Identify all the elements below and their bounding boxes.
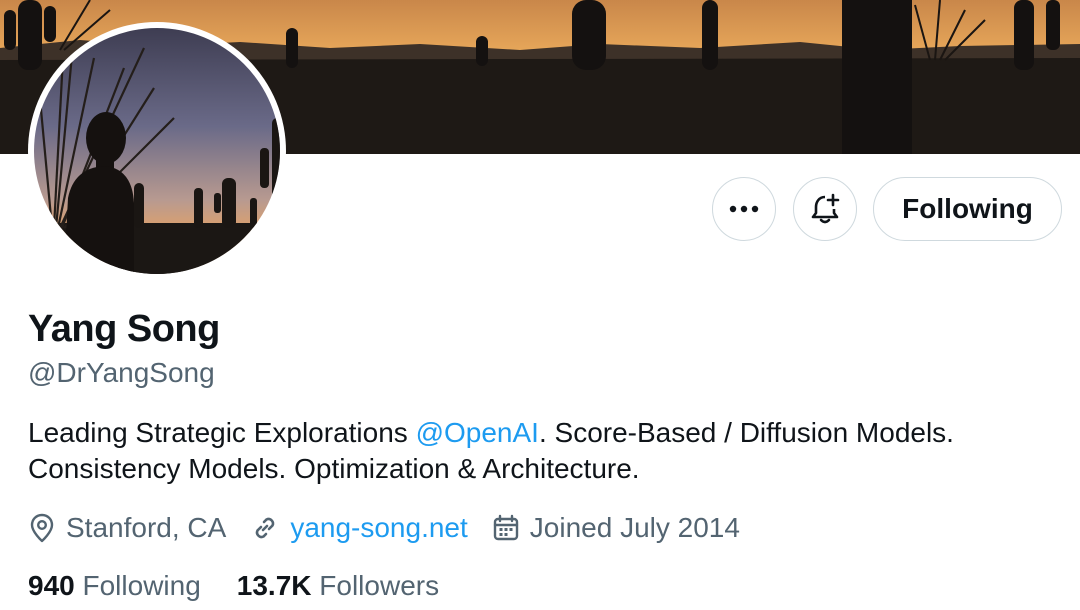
- following-label: Following: [82, 570, 201, 601]
- website-link[interactable]: yang-song.net: [290, 512, 467, 544]
- profile-bio: Leading Strategic Explorations @OpenAI. …: [28, 415, 1058, 487]
- bio-text: Leading Strategic Explorations: [28, 417, 416, 448]
- link-icon: [256, 517, 275, 539]
- more-dots-icon: [729, 205, 759, 213]
- bell-plus-icon: [811, 193, 840, 224]
- followers-label: Followers: [319, 570, 440, 601]
- followers-count: 13.7K: [236, 570, 312, 601]
- profile-stats: 940 Following 13.7K Followers: [28, 570, 475, 602]
- location-item: Stanford, CA: [28, 512, 226, 544]
- notifications-button[interactable]: [793, 177, 857, 241]
- following-button[interactable]: Following: [873, 177, 1062, 241]
- location-text: Stanford, CA: [66, 512, 227, 543]
- more-button[interactable]: [712, 177, 776, 241]
- avatar-image: [34, 28, 280, 274]
- display-name: Yang Song: [28, 308, 220, 350]
- following-stat[interactable]: 940 Following: [28, 570, 201, 602]
- calendar-icon: [493, 514, 518, 541]
- followers-stat[interactable]: 13.7K Followers: [237, 570, 439, 602]
- user-handle: @DrYangSong: [28, 357, 215, 388]
- joined-text: Joined July 2014: [529, 512, 740, 543]
- mention-link[interactable]: @OpenAI: [416, 417, 539, 448]
- joined-item: Joined July 2014: [492, 512, 740, 544]
- avatar[interactable]: [28, 22, 286, 280]
- website-item: yang-song.net: [250, 512, 468, 544]
- following-count: 940: [28, 570, 75, 601]
- profile-meta: Stanford, CA yang-song.net Joined July 2…: [28, 510, 764, 546]
- location-pin-icon: [30, 513, 54, 543]
